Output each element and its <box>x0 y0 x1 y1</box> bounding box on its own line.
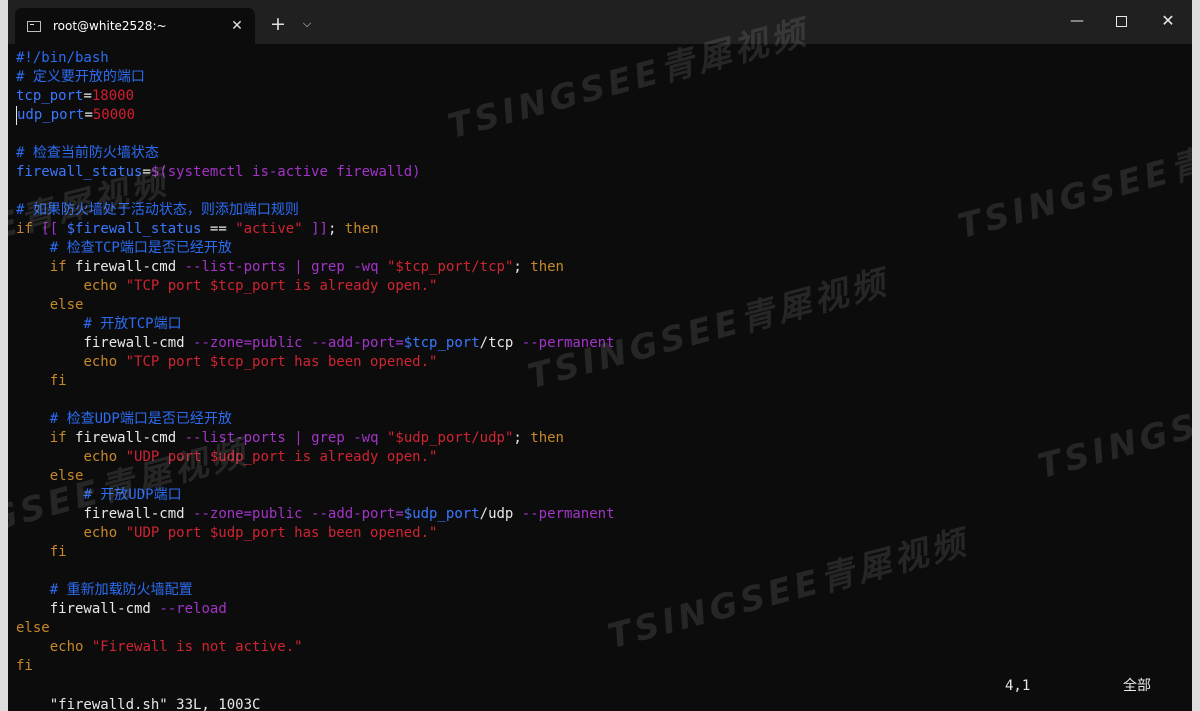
terminal-window: root@white2528:~ ✕ + ⌵ — ✕ #!/bin/bash # … <box>8 0 1192 711</box>
status-file-info: "firewalld.sh" 33L, 1003C <box>49 697 261 711</box>
code-line: firewall-cmd --zone=public --add-port=$t… <box>83 335 615 351</box>
code-line: firewall-cmd --reload <box>49 601 227 617</box>
code-line: udp_port=50000 <box>16 106 1176 125</box>
status-cursor-position: 4,1 <box>1005 678 1031 694</box>
new-tab-button[interactable]: + <box>266 12 290 36</box>
code-line: fi <box>49 373 67 389</box>
code-line: # 开放TCP端口 <box>83 316 182 332</box>
code-line: if [[ $firewall_status == "active" ]]; t… <box>16 221 379 237</box>
code-line: # 开放UDP端口 <box>83 487 182 503</box>
code-line: firewall-cmd --zone=public --add-port=$u… <box>83 506 615 522</box>
code-line: firewall_status=$(systemctl is-active fi… <box>16 164 421 180</box>
code-line: # 检查TCP端口是否已经开放 <box>49 240 232 256</box>
code-line: fi <box>49 544 67 560</box>
code-line: # 检查当前防火墙状态 <box>16 145 159 161</box>
code-line: # 重新加载防火墙配置 <box>49 582 193 598</box>
terminal-content[interactable]: #!/bin/bash # 定义要开放的端口 tcp_port=18000 udp_p… <box>16 49 1176 679</box>
terminal-icon <box>27 20 41 32</box>
tab-root-terminal[interactable]: root@white2528:~ ✕ <box>15 8 255 44</box>
vim-status-bar: "firewalld.sh" 33L, 1003C 4,1 全部 <box>16 677 1176 711</box>
code-line: else <box>49 297 84 313</box>
status-scroll-range: 全部 <box>1123 678 1151 694</box>
title-bar: root@white2528:~ ✕ + ⌵ — ✕ <box>8 0 1192 44</box>
maximize-button[interactable] <box>1098 6 1144 36</box>
code-line: # 定义要开放的端口 <box>16 69 145 85</box>
code-line: tcp_port=18000 <box>16 88 135 104</box>
code-line: else <box>49 468 84 484</box>
minimize-button[interactable]: — <box>1054 6 1100 36</box>
code-line: echo "UDP port $udp_port has been opened… <box>83 525 438 541</box>
close-tab-icon[interactable]: ✕ <box>227 18 247 34</box>
code-line: echo "TCP port $tcp_port is already open… <box>83 278 438 294</box>
code-line: # 如果防火墙处于活动状态，则添加端口规则 <box>16 202 299 218</box>
code-line: else <box>16 620 50 636</box>
code-line: echo "TCP port $tcp_port has been opened… <box>83 354 438 370</box>
close-window-button[interactable]: ✕ <box>1145 6 1191 36</box>
code-line: if firewall-cmd --list-ports | grep -wq … <box>49 430 564 446</box>
code-line: # 检查UDP端口是否已经开放 <box>49 411 232 427</box>
code-line: echo "Firewall is not active." <box>49 639 303 655</box>
code-line: fi <box>16 658 33 674</box>
tab-title: root@white2528:~ <box>53 19 167 33</box>
code-line: #!/bin/bash <box>16 50 109 66</box>
code-line: echo "UDP port $udp_port is already open… <box>83 449 438 465</box>
code-line: if firewall-cmd --list-ports | grep -wq … <box>49 259 564 275</box>
chevron-down-icon[interactable]: ⌵ <box>296 12 318 36</box>
maximize-icon <box>1115 16 1127 27</box>
